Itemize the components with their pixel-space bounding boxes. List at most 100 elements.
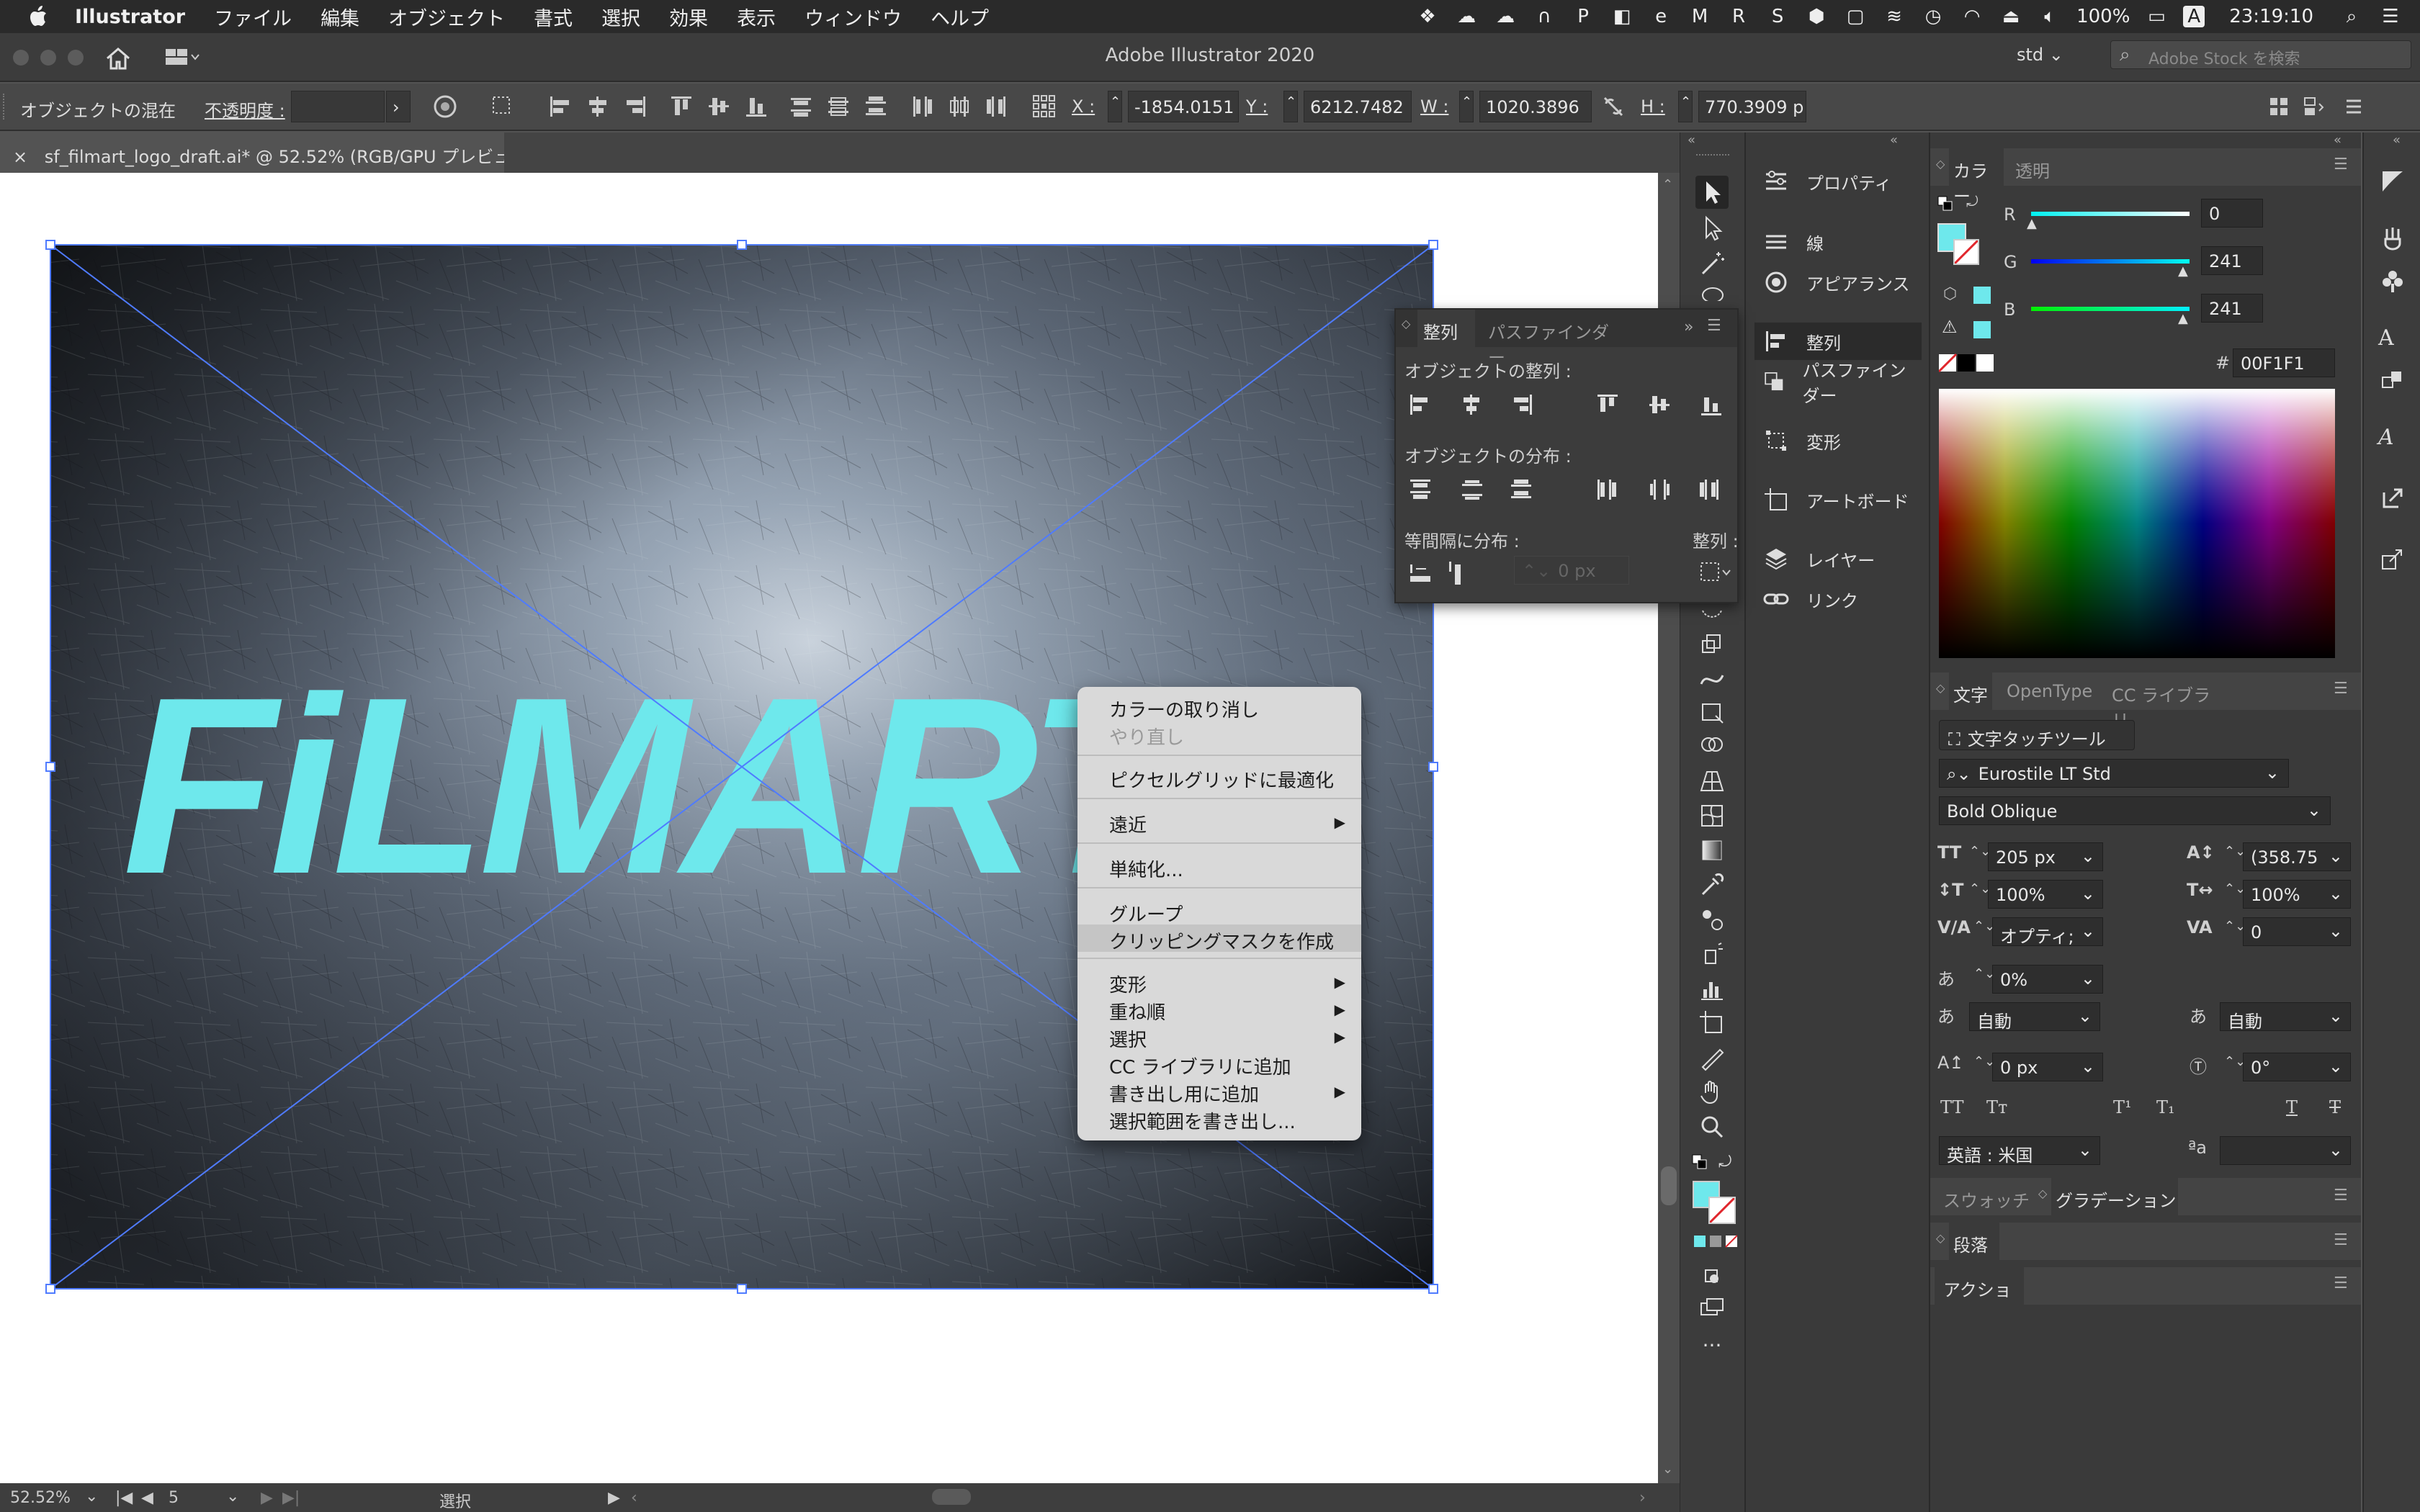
shield-icon[interactable]: ⬢ [1804, 6, 1829, 27]
artboard-tool[interactable] [1695, 1007, 1729, 1040]
menu-edit[interactable]: 編集 [321, 3, 359, 31]
slice-tool[interactable] [1695, 1041, 1729, 1074]
evernote-icon[interactable]: e [1649, 6, 1673, 27]
distribute-spacing-buttons[interactable] [1409, 560, 1474, 589]
g-value-field[interactable]: 241 [2201, 246, 2263, 275]
magic-wand-tool[interactable] [1695, 248, 1729, 281]
anti-aliasing-dropdown[interactable]: ⌄ [2220, 1136, 2351, 1165]
volume-icon[interactable]: 🔈︎ [2038, 6, 2062, 27]
creative-cloud-icon[interactable]: ☁ [1454, 6, 1479, 27]
apple-icon[interactable] [24, 2, 53, 31]
distribute-left-icon[interactable] [909, 94, 935, 120]
glyphs-icon[interactable]: A [2378, 425, 2407, 454]
color-panel-menu-icon[interactable]: ☰ [2334, 156, 2348, 174]
symbols-icon[interactable] [2378, 266, 2407, 295]
h-label[interactable]: H : [1641, 96, 1665, 117]
b-slider-thumb[interactable]: ▲ [2178, 311, 2188, 326]
vertical-scale-field[interactable]: 100% ⌄ [1988, 880, 2103, 909]
zoom-tool[interactable] [1695, 1110, 1729, 1143]
pen-app-icon[interactable]: P [1571, 6, 1595, 27]
menu-type[interactable]: 書式 [534, 3, 573, 31]
mini-swap-icon[interactable]: ⤾ [1966, 193, 1978, 210]
swap-colors-icon[interactable]: ⤾ [1718, 1153, 1736, 1171]
tab-actions[interactable]: アクション [1935, 1267, 2024, 1326]
tsume-field[interactable]: 0% ⌄ [1992, 965, 2103, 994]
selection-tool[interactable] [1695, 176, 1729, 209]
character-styles-icon[interactable]: A [2378, 325, 2407, 354]
tab-character[interactable]: 文字 [1949, 672, 1992, 710]
color-panel-toggle-icon[interactable]: ◇ [1936, 157, 1945, 171]
w-stepper[interactable]: ⌃⌄ [1459, 91, 1474, 122]
tab-paragraph[interactable]: 段落 [1949, 1223, 1999, 1260]
menu-file[interactable]: ファイル [214, 3, 292, 31]
dock-item-properties[interactable]: プロパティ [1754, 163, 1922, 200]
panel-expand-icon[interactable]: » [1684, 318, 1693, 336]
collapse-tools-icon[interactable]: « [1688, 132, 1695, 148]
color-mode-icons[interactable] [1694, 1233, 1738, 1248]
align-to-dropdown[interactable] [1698, 560, 1733, 586]
horizontal-scroll-thumb[interactable] [932, 1489, 971, 1505]
brushes-icon[interactable] [2378, 225, 2407, 253]
char-panel-menu-icon[interactable]: ☰ [2334, 680, 2348, 698]
y-stepper[interactable]: ⌃⌄ [1283, 91, 1298, 122]
asset-export-icon[interactable] [2378, 544, 2407, 573]
r-value-field[interactable]: 0 [2201, 199, 2263, 228]
menu-item-make-clipping-mask[interactable]: クリッピングマスクを作成 [1077, 924, 1361, 953]
free-transform-tool[interactable] [1695, 696, 1729, 729]
quick-colors[interactable] [1937, 353, 1995, 373]
dock-item-stroke[interactable]: 線 [1754, 223, 1922, 261]
last-artboard-icon[interactable]: ▶| [282, 1489, 300, 1507]
h-stepper[interactable]: ⌃⌄ [1678, 91, 1693, 122]
shape-builder-tool[interactable] [1695, 730, 1729, 763]
tracking-field[interactable]: 0 ⌄ [2243, 917, 2351, 946]
wifi-icon[interactable]: ◠ [1960, 6, 1984, 27]
scroll-left-icon[interactable]: ‹ [631, 1489, 637, 1507]
w-label[interactable]: W : [1420, 96, 1448, 117]
tab-opentype[interactable]: OpenType [2007, 672, 2092, 710]
font-size-field[interactable]: 205 px ⌄ [1988, 842, 2103, 871]
scroll-right-icon[interactable]: › [1639, 1489, 1646, 1507]
export-asset-icon[interactable] [2378, 484, 2407, 513]
adobe-stock-search-input[interactable]: ⌕ Adobe Stock を検索 [2110, 40, 2411, 69]
vertical-scroll-thumb[interactable] [1661, 1166, 1677, 1205]
collapse-panels-icon[interactable]: « [2334, 132, 2341, 148]
strikethrough-button[interactable]: T [2329, 1097, 2341, 1117]
menu-app-name[interactable]: Illustrator [75, 6, 185, 28]
r-slider-track[interactable] [2031, 212, 2190, 216]
zoom-dropdown-icon[interactable]: ⌄ [85, 1488, 98, 1506]
color-spectrum[interactable] [1939, 389, 2335, 658]
opacity-arrow-button[interactable]: › [386, 91, 411, 122]
char-panel-toggle-icon[interactable]: ◇ [1936, 681, 1945, 695]
b-value-field[interactable]: 241 [2201, 294, 2263, 323]
align-vcenter-icon[interactable] [706, 94, 732, 120]
gradient-toggle-icon[interactable]: ◇ [2038, 1187, 2047, 1200]
menu-item-select[interactable]: 選択 ▶ [1077, 1022, 1361, 1051]
dock-item-layers[interactable]: レイヤー [1754, 540, 1922, 577]
align-left-icon[interactable] [547, 94, 573, 120]
g-slider-thumb[interactable]: ▲ [2178, 264, 2188, 279]
constrain-proportions-icon[interactable] [1600, 94, 1626, 120]
scale-tool[interactable] [1695, 628, 1729, 661]
menu-item-undo-color[interactable]: カラーの取り消し [1077, 693, 1361, 721]
align-bottom-icon[interactable] [743, 94, 769, 120]
eyedropper-tool[interactable] [1695, 868, 1729, 901]
filmart-logo[interactable]: FiLMART [122, 645, 1207, 927]
char-rotation-field[interactable]: 0° ⌄ [2243, 1053, 2351, 1081]
menu-item-group[interactable]: グループ [1077, 897, 1361, 926]
horizontal-scale-field[interactable]: 100% ⌄ [2243, 880, 2351, 909]
gamut-warning-icon[interactable]: ⚠ [1942, 317, 1958, 337]
hex-value-field[interactable]: 00F1F1 [2233, 348, 2335, 377]
gamut-swatch[interactable] [1973, 321, 1991, 338]
menu-item-export-selection[interactable]: 選択範囲を書き出し... [1077, 1104, 1361, 1133]
swatches-menu-icon[interactable]: ☰ [2334, 1187, 2348, 1205]
align-top-icon[interactable] [668, 94, 694, 120]
menu-object[interactable]: オブジェクト [388, 3, 505, 31]
tab-pathfinder[interactable]: パスファインダー [1475, 310, 1619, 368]
w-field[interactable]: 1020.3896 [1479, 91, 1592, 122]
touch-type-tool-button[interactable]: ⛶ 文字タッチツール [1939, 720, 2135, 750]
menu-item-simplify[interactable]: 単純化... [1077, 852, 1361, 881]
workspace-switcher[interactable]: std ⌄ [2017, 45, 2063, 65]
headphones-icon[interactable]: ∩ [1532, 6, 1556, 27]
tools-grip[interactable] [1696, 154, 1729, 158]
stroke-swatch[interactable] [1708, 1197, 1736, 1224]
